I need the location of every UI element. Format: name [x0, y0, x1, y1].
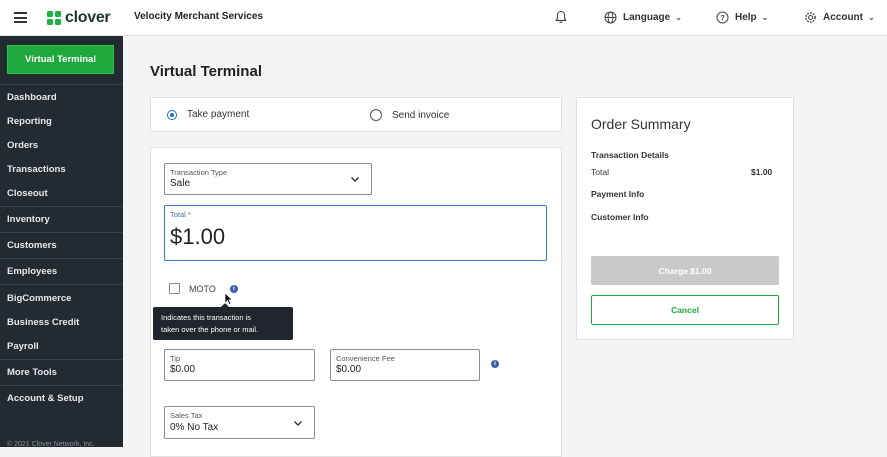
sidebar-divider [0, 385, 123, 386]
cancel-button[interactable]: Cancel [591, 295, 779, 325]
moto-checkbox[interactable] [169, 283, 180, 294]
charge-button[interactable]: Charge $1.00 [591, 256, 779, 285]
order-summary-title: Order Summary [591, 116, 691, 132]
sidebar-divider [0, 284, 123, 285]
mouse-pointer-icon [224, 292, 234, 306]
sidebar-item-business-credit[interactable]: Business Credit [0, 311, 123, 333]
sidebar-item-reporting[interactable]: Reporting [0, 110, 123, 132]
logo-text: clover [65, 9, 111, 26]
chevron-down-icon: ⌄ [675, 12, 682, 22]
transaction-details-heading: Transaction Details [591, 150, 669, 160]
sidebar-item-payroll[interactable]: Payroll [0, 335, 123, 357]
sidebar-divider [0, 206, 123, 207]
language-menu[interactable]: Language ⌄ [604, 9, 682, 25]
send-invoice-radio[interactable] [370, 109, 382, 121]
moto-label: MOTO [189, 283, 216, 294]
sidebar-item-employees[interactable]: Employees [0, 260, 123, 282]
sidebar-item-transactions[interactable]: Transactions [0, 158, 123, 180]
sidebar-item-orders[interactable]: Orders [0, 134, 123, 156]
language-label: Language [623, 11, 671, 23]
transaction-type-label: Transaction Type [170, 168, 228, 177]
payment-mode-card: Take payment Send invoice [150, 97, 562, 132]
customer-info-heading: Customer Info [591, 212, 649, 222]
transaction-type-select[interactable]: Transaction Type Sale [164, 163, 372, 195]
sidebar: Virtual Terminal Dashboard Reporting Ord… [0, 36, 123, 448]
sidebar-divider [0, 84, 123, 85]
top-bar: clover Velocity Merchant Services Langua… [0, 0, 887, 36]
total-amount-input[interactable]: Total * $1.00 [164, 205, 547, 261]
virtual-terminal-button[interactable]: Virtual Terminal [7, 45, 114, 74]
sidebar-divider [0, 359, 123, 360]
help-icon: ? [716, 11, 729, 23]
tip-label: Tip [170, 354, 181, 363]
clover-logo-icon [47, 10, 62, 26]
summary-total-label: Total [591, 167, 609, 177]
sales-tax-value: 0% No Tax [170, 422, 219, 433]
help-label: Help [735, 11, 757, 23]
sidebar-divider [0, 232, 123, 233]
notifications-bell-icon[interactable] [554, 10, 568, 24]
menu-icon[interactable] [14, 12, 27, 23]
account-label: Account [823, 11, 863, 23]
sales-tax-label: Sales Tax [170, 411, 203, 420]
tip-value: $0.00 [170, 364, 196, 375]
total-label: Total * [170, 210, 191, 219]
summary-total-value: $1.00 [751, 167, 773, 177]
sidebar-item-dashboard[interactable]: Dashboard [0, 86, 123, 108]
chevron-down-icon [294, 420, 302, 426]
account-menu[interactable]: Account ⌄ [804, 9, 875, 25]
take-payment-label: Take payment [187, 109, 250, 120]
sales-tax-select[interactable]: Sales Tax 0% No Tax [164, 406, 315, 439]
sidebar-item-more-tools[interactable]: More Tools [0, 361, 123, 383]
sidebar-item-closeout[interactable]: Closeout [0, 182, 123, 204]
send-invoice-label: Send invoice [392, 109, 450, 121]
moto-tooltip: Indicates this transaction is taken over… [153, 307, 293, 340]
tooltip-line-1: Indicates this transaction is [161, 313, 252, 322]
tip-input[interactable]: Tip $0.00 [164, 349, 315, 381]
send-invoice-option[interactable]: Send invoice [370, 109, 449, 121]
globe-icon [604, 11, 617, 23]
page-title: Virtual Terminal [150, 63, 262, 80]
transaction-type-value: Sale [170, 178, 191, 189]
merchant-name: Velocity Merchant Services [134, 11, 263, 22]
total-value: $1.00 [170, 224, 226, 249]
take-payment-option[interactable]: Take payment [167, 109, 249, 120]
help-menu[interactable]: ? Help ⌄ [716, 9, 768, 25]
clover-logo[interactable]: clover [47, 9, 111, 27]
sidebar-item-customers[interactable]: Customers [0, 234, 123, 256]
chevron-down-icon: ⌄ [761, 12, 769, 22]
sidebar-divider [0, 258, 123, 259]
sidebar-item-account-setup[interactable]: Account & Setup [0, 387, 123, 409]
convenience-fee-value: $0.00 [336, 364, 362, 375]
tooltip-line-2: taken over the phone or mail. [161, 325, 259, 334]
sidebar-item-bigcommerce[interactable]: BigCommerce [0, 287, 123, 309]
chevron-down-icon [351, 177, 359, 182]
gear-icon [805, 11, 816, 23]
svg-text:?: ? [720, 13, 725, 22]
convenience-fee-label: Convenience Fee [336, 354, 395, 363]
chevron-down-icon: ⌄ [868, 12, 875, 22]
payment-info-heading: Payment Info [591, 189, 645, 199]
info-icon[interactable]: i [491, 360, 499, 368]
convenience-fee-input[interactable]: Convenience Fee $0.00 [330, 349, 480, 381]
sidebar-item-inventory[interactable]: Inventory [0, 208, 123, 230]
take-payment-radio[interactable] [167, 109, 177, 120]
